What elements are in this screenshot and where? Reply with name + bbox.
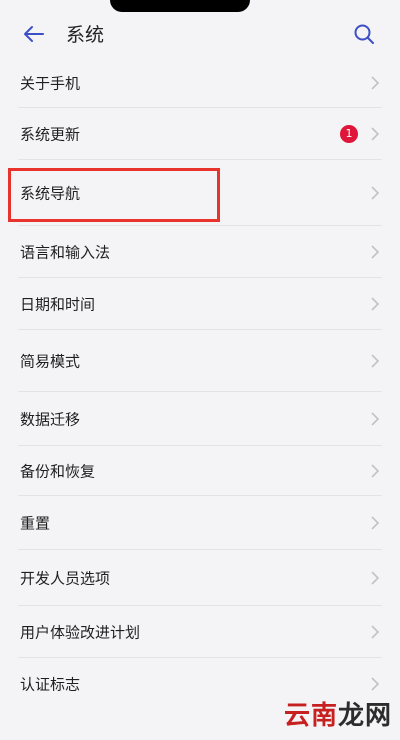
settings-item-label: 系统更新 — [20, 125, 81, 143]
settings-item-data-migration[interactable]: 数据迁移 — [18, 392, 382, 446]
settings-item-user-experience[interactable]: 用户体验改进计划 — [18, 606, 382, 658]
settings-item-simple-mode[interactable]: 简易模式 — [18, 330, 382, 392]
chevron-right-icon — [371, 570, 380, 585]
settings-item-developer-options[interactable]: 开发人员选项 — [18, 550, 382, 606]
settings-item-system-update[interactable]: 系统更新 1 — [18, 108, 382, 160]
search-button[interactable] — [348, 18, 380, 50]
arrow-left-icon — [24, 26, 44, 42]
chevron-right-icon — [371, 185, 380, 200]
settings-item-label: 简易模式 — [20, 352, 81, 370]
chevron-right-icon — [371, 75, 380, 90]
update-badge: 1 — [340, 124, 358, 143]
settings-item-label: 认证标志 — [20, 675, 81, 694]
back-button[interactable] — [18, 18, 50, 50]
settings-item-label: 数据迁移 — [20, 410, 81, 428]
chevron-right-icon — [371, 296, 380, 311]
watermark-logo: 云南龙网 — [284, 695, 392, 732]
chevron-right-icon — [371, 463, 380, 478]
watermark-part-2: 龙网 — [337, 701, 392, 731]
settings-item-system-navigation[interactable]: 系统导航 — [18, 160, 382, 226]
chevron-right-icon — [371, 126, 380, 141]
page-title: 系统 — [66, 24, 105, 46]
watermark-part-1: 云南 — [283, 701, 338, 731]
settings-item-label: 日期和时间 — [20, 295, 96, 313]
settings-item-about-phone[interactable]: 关于手机 — [18, 58, 382, 108]
chevron-right-icon — [371, 353, 380, 368]
settings-item-label: 开发人员选项 — [20, 569, 111, 587]
settings-item-label: 关于手机 — [20, 74, 81, 92]
chevron-right-icon — [371, 411, 380, 426]
screen-notch — [110, 0, 250, 12]
settings-item-label: 用户体验改进计划 — [20, 623, 141, 641]
search-icon — [354, 24, 374, 44]
chevron-right-icon — [371, 244, 380, 259]
settings-item-language-input[interactable]: 语言和输入法 — [18, 226, 382, 278]
chevron-right-icon — [371, 515, 380, 530]
chevron-right-icon — [371, 624, 380, 639]
settings-item-label: 重置 — [20, 514, 51, 532]
settings-item-reset[interactable]: 重置 — [18, 496, 382, 550]
settings-item-backup-restore[interactable]: 备份和恢复 — [18, 446, 382, 496]
settings-item-label: 语言和输入法 — [20, 243, 111, 261]
settings-item-date-time[interactable]: 日期和时间 — [18, 278, 382, 330]
chevron-right-icon — [371, 677, 380, 691]
settings-item-label: 系统导航 — [20, 184, 81, 202]
settings-list: 关于手机 系统更新 1 系统导航 语言和输入法 日期和时间 简易模式 数据迁移 … — [0, 58, 400, 710]
settings-item-label: 备份和恢复 — [20, 462, 96, 480]
